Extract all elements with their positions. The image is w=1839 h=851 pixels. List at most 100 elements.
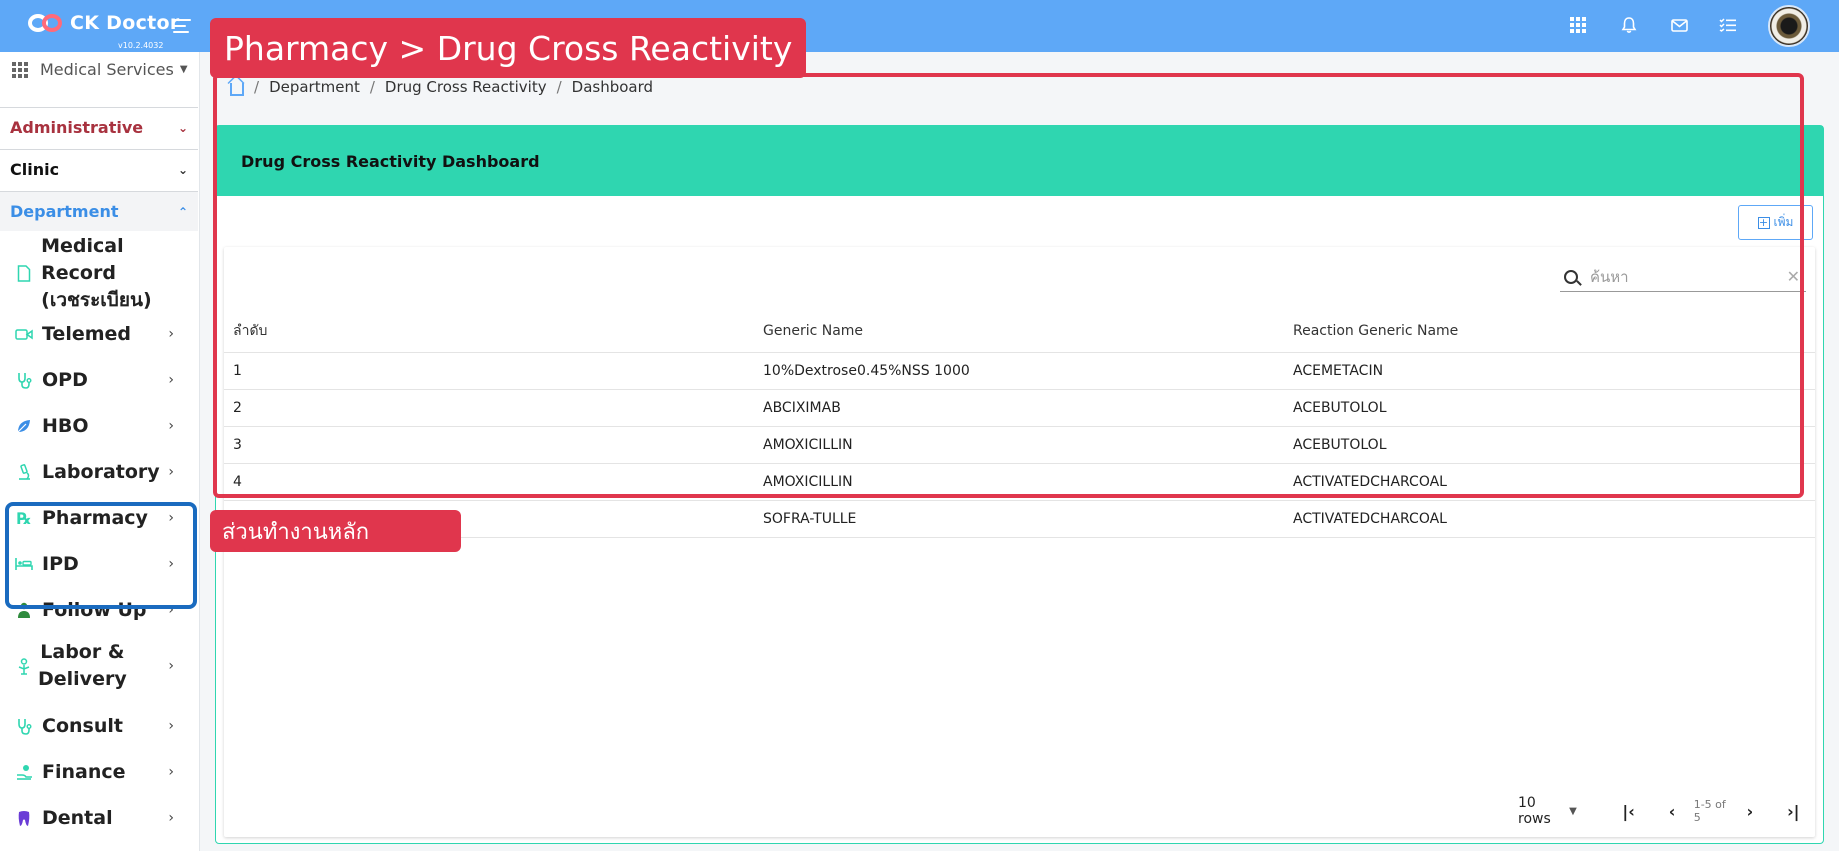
- stethoscope-icon: [14, 370, 34, 390]
- section-clinic[interactable]: Clinic ⌄: [0, 149, 198, 189]
- table-cell: 1: [233, 363, 242, 379]
- menu-toggle-icon[interactable]: [173, 19, 191, 33]
- search-field: ✕: [1560, 262, 1806, 292]
- app-title: CK Doctor: [70, 12, 180, 34]
- table-row[interactable]: 3 AMOXICILLIN ACEBUTOLOL: [224, 427, 1815, 464]
- sidebar-item-laboratory[interactable]: Laboratory ›: [0, 458, 198, 486]
- table-row[interactable]: 4 AMOXICILLIN ACTIVATEDCHARCOAL: [224, 464, 1815, 501]
- chevron-right-icon: ›: [168, 326, 174, 342]
- pagination-info: 1-5 of 5: [1693, 798, 1726, 824]
- sidebar-item-consult[interactable]: Consult ›: [0, 712, 198, 740]
- table-cell: AMOXICILLIN: [763, 474, 853, 490]
- app-version: v10.2.4032: [118, 41, 164, 50]
- bed-icon: [14, 554, 34, 574]
- sidebar-item-label: IPD: [42, 553, 79, 575]
- section-label: Department: [10, 202, 119, 221]
- table-cell: 2: [233, 400, 242, 416]
- sidebar-item-label: Labor & Delivery: [38, 641, 127, 690]
- add-button[interactable]: + เพิ่ม: [1738, 205, 1813, 240]
- add-button-label: เพิ่ม: [1773, 215, 1794, 229]
- rows-per-page-select[interactable]: 10 rows ▼: [1518, 795, 1577, 827]
- bell-icon[interactable]: [1618, 14, 1640, 36]
- avatar[interactable]: [1768, 5, 1810, 47]
- chevron-right-icon: ›: [168, 602, 174, 618]
- breadcrumb-item[interactable]: Drug Cross Reactivity: [385, 78, 547, 96]
- card-header: Drug Cross Reactivity Dashboard: [216, 126, 1823, 196]
- column-header[interactable]: ลำดับ: [233, 309, 267, 352]
- sidebar-item-label: Dental: [42, 807, 113, 829]
- section-label: Administrative: [10, 118, 144, 137]
- table-cell: AMOXICILLIN: [763, 437, 853, 453]
- sidebar-item-medical-record[interactable]: Medical Record (เวชระเบียน): [0, 235, 198, 311]
- first-page-icon[interactable]: |‹: [1619, 802, 1638, 821]
- rows-per-page-label: 10 rows: [1518, 795, 1551, 827]
- column-header[interactable]: Reaction Generic Name: [1293, 309, 1458, 352]
- table-cell: 10%Dextrose0.45%NSS 1000: [763, 363, 970, 379]
- table-cell: SOFRA-TULLE: [763, 511, 857, 527]
- hand-coin-icon: [14, 762, 34, 782]
- baby-icon: [14, 656, 34, 676]
- sidebar-item-label: Consult: [42, 715, 123, 737]
- sidebar-item-opd[interactable]: OPD ›: [0, 366, 198, 394]
- table-row[interactable]: 5 SOFRA-TULLE ACTIVATEDCHARCOAL: [224, 501, 1815, 538]
- sidebar-item-label: Laboratory: [42, 461, 160, 483]
- table-row[interactable]: 2 ABCIXIMAB ACEBUTOLOL: [224, 390, 1815, 427]
- stethoscope-icon: [14, 716, 34, 736]
- section-label: Clinic: [10, 160, 60, 179]
- table-cell: ACEBUTOLOL: [1293, 437, 1387, 453]
- table-cell: ACTIVATEDCHARCOAL: [1293, 511, 1447, 527]
- sidebar-item-pharmacy[interactable]: ℞ Pharmacy ›: [0, 504, 198, 532]
- sidebar-item-telemed[interactable]: Telemed ›: [0, 320, 198, 348]
- brand[interactable]: CK Doctor: [28, 12, 180, 34]
- next-page-icon[interactable]: ›: [1740, 802, 1759, 821]
- chevron-right-icon: ›: [168, 418, 174, 434]
- sidebar-item-dental[interactable]: Dental ›: [0, 804, 198, 832]
- breadcrumb-item[interactable]: Department: [269, 78, 360, 96]
- annotation-title: Pharmacy > Drug Cross Reactivity: [210, 18, 807, 78]
- plus-box-icon: +: [1757, 215, 1770, 229]
- sidebar-item-hbo[interactable]: HBO ›: [0, 412, 198, 440]
- prescription-icon: ℞: [16, 508, 32, 528]
- table-header: ลำดับ Generic Name Reaction Generic Name: [224, 309, 1815, 353]
- table-cell: ACEBUTOLOL: [1293, 400, 1387, 416]
- sidebar-item-label: Medical Record (เวชระเบียน): [41, 234, 152, 311]
- chevron-right-icon: ›: [168, 464, 174, 480]
- clear-icon[interactable]: ✕: [1787, 267, 1800, 286]
- card-title: Drug Cross Reactivity Dashboard: [241, 151, 540, 171]
- table-panel: ✕ ลำดับ Generic Name Reaction Generic Na…: [224, 247, 1815, 837]
- sidebar-item-labor-delivery[interactable]: Labor & Delivery ›: [0, 638, 198, 694]
- apps-grid-icon[interactable]: [1567, 14, 1589, 36]
- table-cell: ABCIXIMAB: [763, 400, 841, 416]
- table-cell: ACEMETACIN: [1293, 363, 1384, 379]
- sidebar-item-ipd[interactable]: IPD ›: [0, 550, 198, 578]
- chevron-right-icon: ›: [168, 372, 174, 388]
- mail-icon[interactable]: [1668, 14, 1690, 36]
- last-page-icon[interactable]: ›|: [1784, 802, 1803, 821]
- dashboard-card: Drug Cross Reactivity Dashboard + เพิ่ม …: [215, 125, 1824, 844]
- table-row[interactable]: 1 10%Dextrose0.45%NSS 1000 ACEMETACIN: [224, 353, 1815, 390]
- service-select[interactable]: Medical Services ▼: [12, 60, 188, 79]
- chevron-right-icon: ›: [168, 810, 174, 826]
- section-department[interactable]: Department ⌃: [0, 191, 198, 231]
- breadcrumb: / Department / Drug Cross Reactivity / D…: [230, 78, 653, 96]
- chevron-down-icon: ⌄: [177, 162, 188, 177]
- chevron-right-icon: ›: [168, 556, 174, 572]
- section-administrative[interactable]: Administrative ⌄: [0, 107, 198, 147]
- column-header[interactable]: Generic Name: [763, 309, 863, 352]
- table-cell: ACTIVATEDCHARCOAL: [1293, 474, 1447, 490]
- microscope-icon: [14, 462, 34, 482]
- chevron-right-icon: ›: [168, 718, 174, 734]
- annotation-work-area-label: ส่วนทำงานหลัก: [210, 510, 461, 552]
- breadcrumb-item: Dashboard: [571, 78, 654, 96]
- sidebar-item-finance[interactable]: Finance ›: [0, 758, 198, 786]
- prev-page-icon[interactable]: ‹: [1662, 802, 1681, 821]
- table-cell: 3: [233, 437, 242, 453]
- search-input[interactable]: [1590, 267, 1780, 286]
- sidebar: Medical Services ▼ Administrative ⌄ Clin…: [0, 52, 200, 851]
- chevron-up-icon: ⌃: [177, 204, 188, 219]
- home-icon[interactable]: [230, 82, 244, 96]
- sidebar-item-follow-up[interactable]: Follow Up ›: [0, 596, 198, 624]
- sidebar-item-label: HBO: [42, 415, 89, 437]
- chevron-right-icon: ›: [168, 510, 174, 526]
- checklist-icon[interactable]: [1717, 14, 1739, 36]
